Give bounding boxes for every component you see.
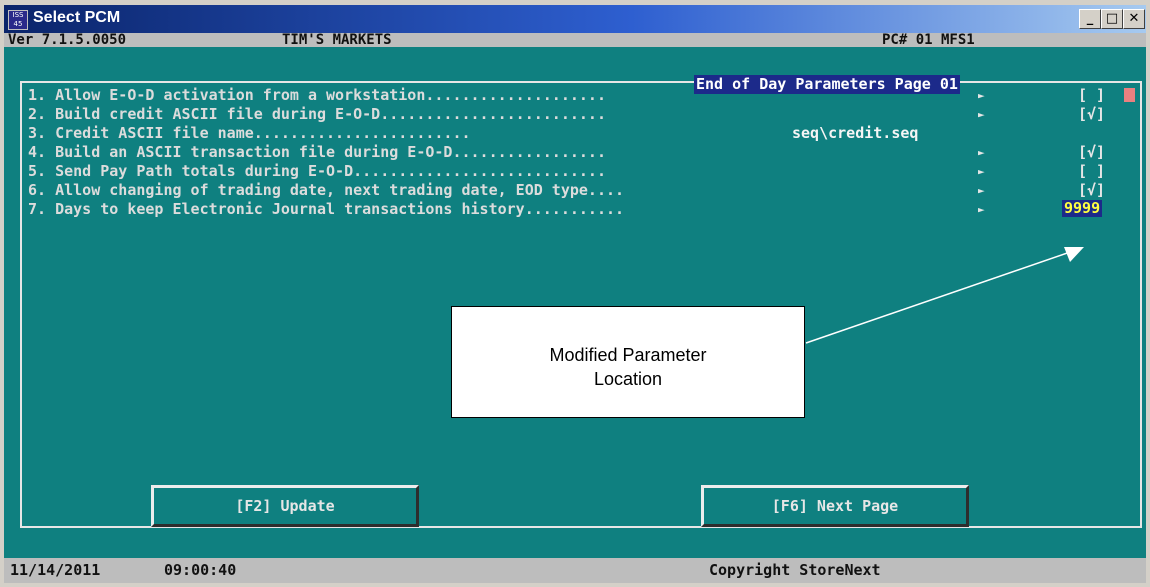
- param-label-2: 2. Build credit ASCII file during E-O-D.…: [28, 105, 606, 123]
- credit-file-name-field[interactable]: seq\credit.seq: [792, 126, 918, 141]
- days-history-field[interactable]: 9999: [1062, 200, 1103, 217]
- window-title: Select PCM: [33, 9, 121, 26]
- minimize-button[interactable]: _: [1079, 9, 1101, 29]
- callout-line-1: Modified Parameter: [549, 345, 707, 365]
- param-arrow-icon: ►: [978, 89, 985, 102]
- text-cursor: [1124, 88, 1135, 102]
- callout-line-2: Location: [593, 369, 663, 389]
- param-checkbox-2[interactable]: [√]: [1078, 107, 1105, 122]
- close-button[interactable]: ✕: [1123, 9, 1145, 29]
- param-label-7: 7. Days to keep Electronic Journal trans…: [28, 200, 625, 218]
- param-checkbox-4[interactable]: [√]: [1078, 145, 1105, 160]
- param-arrow-icon: ►: [978, 146, 985, 159]
- param-arrow-icon: ►: [978, 108, 985, 121]
- version-label: Ver 7.1.5.0050: [8, 32, 127, 48]
- maximize-button[interactable]: □: [1101, 9, 1123, 29]
- param-arrow-icon: ►: [978, 184, 985, 197]
- pc-id: PC# 01 MFS1: [882, 32, 975, 48]
- param-checkbox-5[interactable]: [ ]: [1078, 164, 1105, 179]
- param-label-4: 4. Build an ASCII transaction file durin…: [28, 143, 606, 161]
- param-label-3: 3. Credit ASCII file name...............…: [28, 124, 471, 142]
- annotation-callout: Modified Parameter Location: [451, 306, 805, 418]
- param-label-1: 1. Allow E-O-D activation from a worksta…: [28, 86, 606, 104]
- store-name: TIM'S MARKETS: [282, 32, 392, 48]
- param-checkbox-6[interactable]: [√]: [1078, 183, 1105, 198]
- title-bar[interactable]: ISS 45 Select PCM _ □ ✕: [4, 5, 1146, 33]
- param-arrow-icon: ►: [978, 203, 985, 216]
- page-title: End of Day Parameters Page 01: [694, 75, 960, 94]
- copyright-text: Copyright StoreNext: [709, 561, 881, 579]
- application-window: ISS 45 Select PCM _ □ ✕ Ver 7.1.5.0050 T…: [0, 0, 1150, 587]
- status-bar: 11/14/2011 09:00:40 Copyright StoreNext: [4, 558, 1146, 583]
- param-arrow-icon: ►: [978, 165, 985, 178]
- param-label-5: 5. Send Pay Path totals during E-O-D....…: [28, 162, 606, 180]
- status-time: 09:00:40: [164, 561, 237, 579]
- console-header: Ver 7.1.5.0050 TIM'S MARKETS PC# 01 MFS1: [4, 33, 1146, 47]
- next-page-button[interactable]: [F6] Next Page: [701, 485, 969, 527]
- param-label-6: 6. Allow changing of trading date, next …: [28, 181, 625, 199]
- app-icon: ISS 45: [8, 10, 28, 30]
- update-button[interactable]: [F2] Update: [151, 485, 419, 527]
- status-date: 11/14/2011: [10, 561, 101, 579]
- param-checkbox-1[interactable]: [ ]: [1078, 88, 1105, 103]
